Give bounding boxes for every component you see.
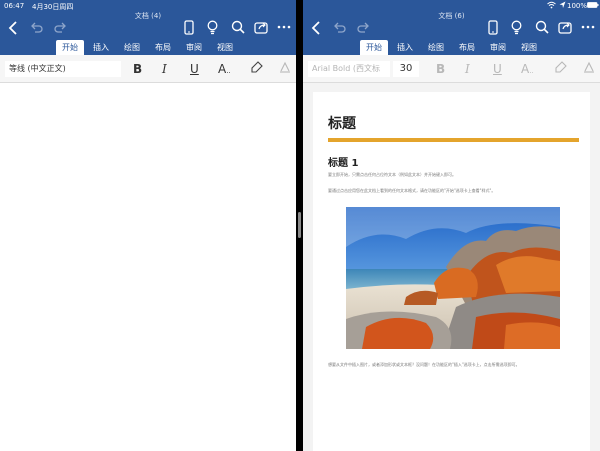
document-title[interactable]: 标题 (328, 113, 356, 133)
redo-icon[interactable] (357, 21, 370, 34)
left-home-ribbon: 等线 (中文正文) B I U A.. (0, 55, 296, 83)
left-title-bar: 06:47 4月30日周四 文档 (4) 开始 插入 绘图 布局 审阅 视图 (0, 0, 296, 55)
paragraph-2[interactable]: 要通过点击应用您在此文档上看到的任何文本格式，请在功能区的"开始"选项卡上查看"… (328, 188, 579, 194)
share-icon[interactable] (254, 20, 268, 34)
clear-format-icon[interactable] (279, 61, 291, 73)
italic-button[interactable]: I (162, 62, 167, 76)
right-home-ribbon: Arial Bold (西文标 30 B I U A.. (303, 55, 600, 83)
title-underline-rule (328, 138, 579, 142)
tab-view[interactable]: 视图 (211, 40, 239, 55)
phone-layout-icon[interactable] (488, 20, 498, 35)
bold-button[interactable]: B (133, 62, 142, 76)
undo-icon[interactable] (30, 21, 43, 34)
wifi-icon (547, 1, 556, 9)
tab-insert[interactable]: 插入 (87, 40, 115, 55)
clear-format-icon[interactable] (583, 61, 595, 73)
font-color-button[interactable]: A.. (218, 62, 231, 78)
underline-button[interactable]: U (190, 62, 199, 76)
status-battery: 100% (567, 2, 588, 10)
share-icon[interactable] (558, 20, 572, 34)
coastal-rocks-photo[interactable] (346, 207, 560, 349)
tab-home[interactable]: 开始 (360, 40, 388, 55)
paragraph-3[interactable]: 想要从文件中插入图片，或者添加形状或文本框？没问题！在功能区的"插入"选项卡上，… (328, 362, 579, 368)
lightbulb-icon[interactable] (511, 20, 522, 35)
tab-insert[interactable]: 插入 (391, 40, 419, 55)
right-document-title: 文档 (6) (438, 12, 465, 20)
phone-layout-icon[interactable] (184, 20, 194, 35)
status-time: 06:47 (4, 2, 25, 10)
tab-layout[interactable]: 布局 (149, 40, 177, 55)
highlighter-icon[interactable] (555, 61, 567, 73)
back-icon[interactable] (8, 21, 18, 35)
font-color-button[interactable]: A.. (521, 62, 534, 78)
tab-layout[interactable]: 布局 (453, 40, 481, 55)
right-document-canvas: 标题 标题 1 要立即开始，只需点击任何占位符文本（例如此文本）并开始键入即可。… (303, 83, 600, 451)
left-blank-document-page[interactable] (0, 83, 296, 451)
back-icon[interactable] (311, 21, 321, 35)
more-icon[interactable] (581, 20, 595, 34)
heading-1[interactable]: 标题 1 (328, 154, 358, 169)
paragraph-1[interactable]: 要立即开始，只需点击任何占位符文本（例如此文本）并开始键入即可。 (328, 172, 579, 178)
location-icon (559, 1, 566, 9)
tab-review[interactable]: 审阅 (484, 40, 512, 55)
undo-icon[interactable] (333, 21, 346, 34)
more-icon[interactable] (277, 20, 291, 34)
right-title-bar: 100% 文档 (6) 开始 插入 绘图 布局 审阅 视图 (303, 0, 600, 55)
bold-button[interactable]: B (436, 62, 445, 76)
dropdown-dots-icon: .. (529, 67, 534, 75)
document-page[interactable]: 标题 标题 1 要立即开始，只需点击任何占位符文本（例如此文本）并开始键入即可。… (313, 92, 590, 451)
font-name-field[interactable]: Arial Bold (西文标 (308, 61, 390, 77)
highlighter-icon[interactable] (251, 61, 263, 73)
tab-draw[interactable]: 绘图 (422, 40, 450, 55)
right-ribbon-tabs: 开始 插入 绘图 布局 审阅 视图 (303, 40, 600, 55)
font-name-field[interactable]: 等线 (中文正文) (5, 61, 121, 77)
split-view-divider[interactable] (296, 0, 303, 451)
left-document-title: 文档 (4) (134, 12, 162, 20)
search-icon[interactable] (535, 20, 549, 34)
right-document-window: 100% 文档 (6) 开始 插入 绘图 布局 审阅 视图 Arial Bold… (303, 0, 600, 451)
tab-review[interactable]: 审阅 (180, 40, 208, 55)
search-icon[interactable] (231, 20, 245, 34)
font-color-label: A (521, 62, 530, 76)
dropdown-dots-icon: .. (226, 67, 231, 75)
redo-icon[interactable] (54, 21, 67, 34)
underline-button[interactable]: U (493, 62, 502, 76)
tab-draw[interactable]: 绘图 (118, 40, 146, 55)
tab-view[interactable]: 视图 (515, 40, 543, 55)
left-document-window: 06:47 4月30日周四 文档 (4) 开始 插入 绘图 布局 审阅 视图 等… (0, 0, 296, 451)
split-view-drag-handle[interactable] (298, 212, 301, 238)
tab-home[interactable]: 开始 (56, 40, 84, 55)
font-color-label: A (218, 62, 227, 76)
font-size-field[interactable]: 30 (393, 61, 419, 77)
lightbulb-icon[interactable] (207, 20, 218, 35)
left-ribbon-tabs: 开始 插入 绘图 布局 审阅 视图 (0, 40, 296, 55)
italic-button[interactable]: I (465, 62, 470, 76)
battery-icon (587, 2, 599, 8)
